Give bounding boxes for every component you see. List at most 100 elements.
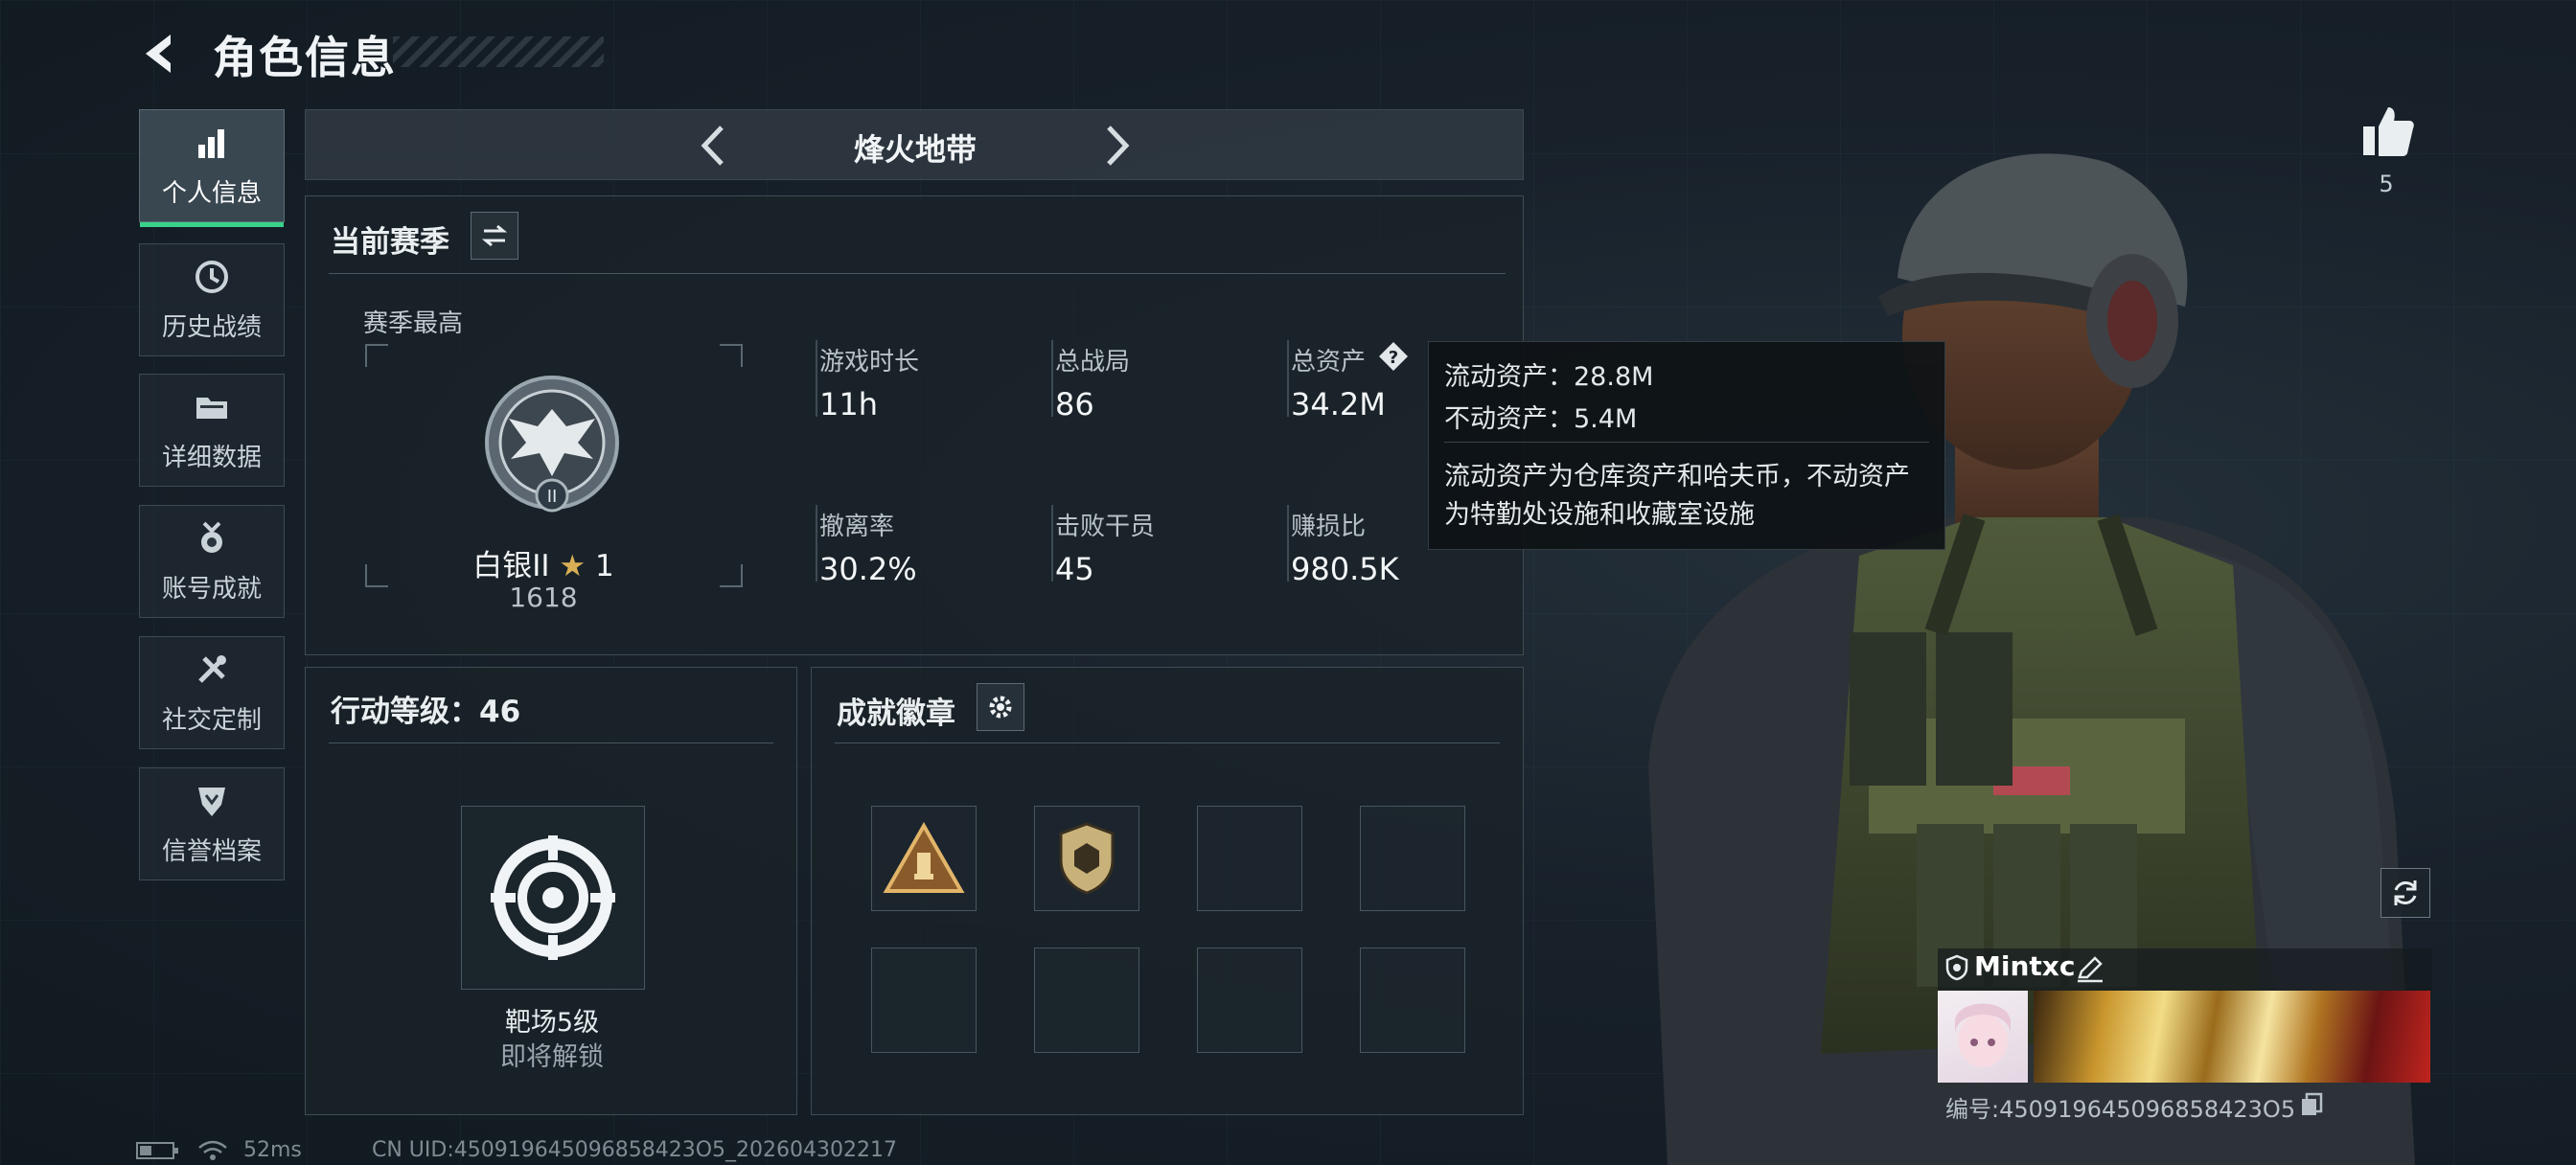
stat-label-total-matches: 总战局 bbox=[1055, 348, 1131, 377]
action-level-title: 行动等级：46 bbox=[331, 695, 521, 729]
svg-text:?: ? bbox=[1389, 348, 1398, 368]
nav-item-social[interactable]: 社交定制 bbox=[139, 636, 285, 749]
back-button[interactable] bbox=[134, 25, 192, 82]
achievements-panel: 成就徽章 bbox=[811, 667, 1524, 1115]
stat-divider bbox=[1287, 505, 1289, 582]
range-level-status: 即将解锁 bbox=[500, 1042, 604, 1072]
shield-badge-icon bbox=[1059, 822, 1115, 895]
badge-slot-empty[interactable] bbox=[1034, 948, 1139, 1053]
star-icon: ★ bbox=[559, 549, 586, 583]
stat-divider bbox=[816, 340, 817, 417]
uid-text: CN UID:450919645096858423O5_202604302217 bbox=[372, 1138, 897, 1162]
season-panel: 当前赛季 赛季最高 II 白银II ★ 1 1618 游戏时长 11h 总战局 … bbox=[305, 195, 1524, 655]
action-level-panel: 行动等级：46 靶场5级 即将解锁 bbox=[305, 667, 797, 1115]
frame-corner bbox=[720, 344, 743, 367]
badge-slot-empty[interactable] bbox=[1197, 806, 1302, 911]
silver-rank-emblem-icon: II bbox=[485, 376, 619, 513]
assets-tooltip: 流动资产：28.8M 不动资产：5.4M 流动资产为仓库资产和哈夫币，不动资产 … bbox=[1428, 341, 1945, 550]
nav-label: 信誉档案 bbox=[161, 836, 262, 866]
stat-label-profit-ratio: 赚损比 bbox=[1291, 513, 1367, 541]
stat-value-profit-ratio: 980.5K bbox=[1291, 551, 1399, 587]
badge-slot-empty[interactable] bbox=[871, 948, 977, 1053]
stat-divider bbox=[816, 505, 817, 582]
mode-next-button[interactable] bbox=[1093, 122, 1139, 170]
tools-icon bbox=[198, 654, 226, 683]
season-title: 当前赛季 bbox=[331, 225, 449, 260]
wifi-icon bbox=[198, 1140, 227, 1160]
player-name: Mintxc bbox=[1974, 950, 2076, 982]
nav-label: 个人信息 bbox=[161, 178, 262, 208]
battery-icon bbox=[136, 1142, 178, 1159]
rotate-character-button[interactable] bbox=[2380, 868, 2430, 918]
frame-corner bbox=[365, 564, 388, 587]
chevron-right-icon bbox=[1107, 126, 1130, 166]
nav-label: 详细数据 bbox=[161, 443, 262, 472]
bar-chart-icon bbox=[198, 128, 224, 158]
divider bbox=[835, 742, 1500, 743]
like-button[interactable] bbox=[2359, 103, 2415, 159]
rank-stars: 1 bbox=[595, 549, 614, 583]
stat-value-total-assets: 34.2M bbox=[1291, 386, 1386, 423]
mode-prev-button[interactable] bbox=[691, 122, 737, 170]
divider bbox=[1444, 442, 1929, 443]
badge-slot-empty[interactable] bbox=[1360, 948, 1465, 1053]
nav-label: 账号成就 bbox=[161, 574, 262, 604]
tooltip-desc-line2: 为特勤处设施和收藏室设施 bbox=[1444, 500, 1755, 530]
ping-value: 52ms bbox=[243, 1138, 302, 1162]
badge-slot[interactable] bbox=[871, 806, 977, 911]
medal-icon bbox=[201, 521, 222, 553]
stat-value-extract-rate: 30.2% bbox=[819, 551, 917, 587]
player-id: 编号:450919645096858423O5 bbox=[1945, 1096, 2296, 1123]
badge-slot[interactable] bbox=[1034, 806, 1139, 911]
target-icon bbox=[491, 835, 615, 960]
nav-item-detailed-data[interactable]: 详细数据 bbox=[139, 374, 285, 487]
rank-name: 白银II bbox=[472, 549, 550, 583]
like-count: 5 bbox=[2379, 171, 2394, 197]
nav-item-history[interactable]: 历史战绩 bbox=[139, 243, 285, 356]
folder-icon bbox=[196, 397, 227, 419]
anime-avatar-image bbox=[1955, 1003, 2011, 1067]
season-switch-button[interactable] bbox=[471, 212, 518, 260]
help-button[interactable]: ? bbox=[1377, 340, 1410, 373]
clock-history-icon bbox=[196, 260, 228, 293]
rank-score: 1618 bbox=[509, 582, 578, 613]
title-decoration bbox=[393, 36, 604, 67]
back-arrow-icon bbox=[146, 34, 171, 73]
range-level-name: 靶场5级 bbox=[504, 1008, 600, 1038]
question-icon: ? bbox=[1379, 342, 1408, 371]
stat-label-playtime: 游戏时长 bbox=[819, 348, 920, 377]
stat-value-kills: 45 bbox=[1055, 551, 1094, 587]
nav-item-achievements[interactable]: 账号成就 bbox=[139, 505, 285, 618]
svg-text:II: II bbox=[547, 487, 558, 507]
badge-slot-empty[interactable] bbox=[1197, 948, 1302, 1053]
tooltip-liquid-assets: 流动资产：28.8M bbox=[1444, 362, 1654, 392]
nav-item-credit[interactable]: 信誉档案 bbox=[139, 767, 285, 880]
nav-label: 历史战绩 bbox=[161, 312, 262, 342]
triangle-badge-icon bbox=[883, 822, 965, 893]
swap-icon bbox=[481, 224, 508, 247]
refresh-icon bbox=[2394, 880, 2417, 905]
frame-corner bbox=[720, 564, 743, 587]
player-banner[interactable] bbox=[2034, 991, 2430, 1083]
copy-icon[interactable] bbox=[2300, 1092, 2323, 1117]
stat-divider bbox=[1051, 340, 1053, 417]
shield-credit-icon bbox=[198, 787, 225, 816]
rank-name-row: 白银II ★ 1 bbox=[402, 541, 685, 584]
stat-label-kills: 击败干员 bbox=[1055, 513, 1156, 541]
frame-corner bbox=[365, 344, 388, 367]
stat-value-total-matches: 86 bbox=[1055, 386, 1094, 423]
season-best-label: 赛季最高 bbox=[363, 309, 464, 338]
range-level-slot[interactable] bbox=[461, 806, 645, 990]
stat-divider bbox=[1051, 505, 1053, 582]
page-title: 角色信息 bbox=[213, 32, 397, 83]
shield-rank-icon bbox=[1945, 954, 1968, 981]
pencil-icon bbox=[2078, 956, 2103, 983]
chevron-left-icon bbox=[701, 126, 724, 166]
badge-slot-empty[interactable] bbox=[1360, 806, 1465, 911]
achievements-settings-button[interactable] bbox=[977, 683, 1024, 731]
nav-item-personal-info[interactable]: 个人信息 bbox=[139, 109, 285, 227]
edit-name-button[interactable] bbox=[2074, 952, 2106, 985]
status-bar: 52ms bbox=[136, 1138, 302, 1162]
mode-selector: 烽火地带 bbox=[305, 109, 1524, 180]
player-avatar[interactable] bbox=[1938, 991, 2028, 1083]
